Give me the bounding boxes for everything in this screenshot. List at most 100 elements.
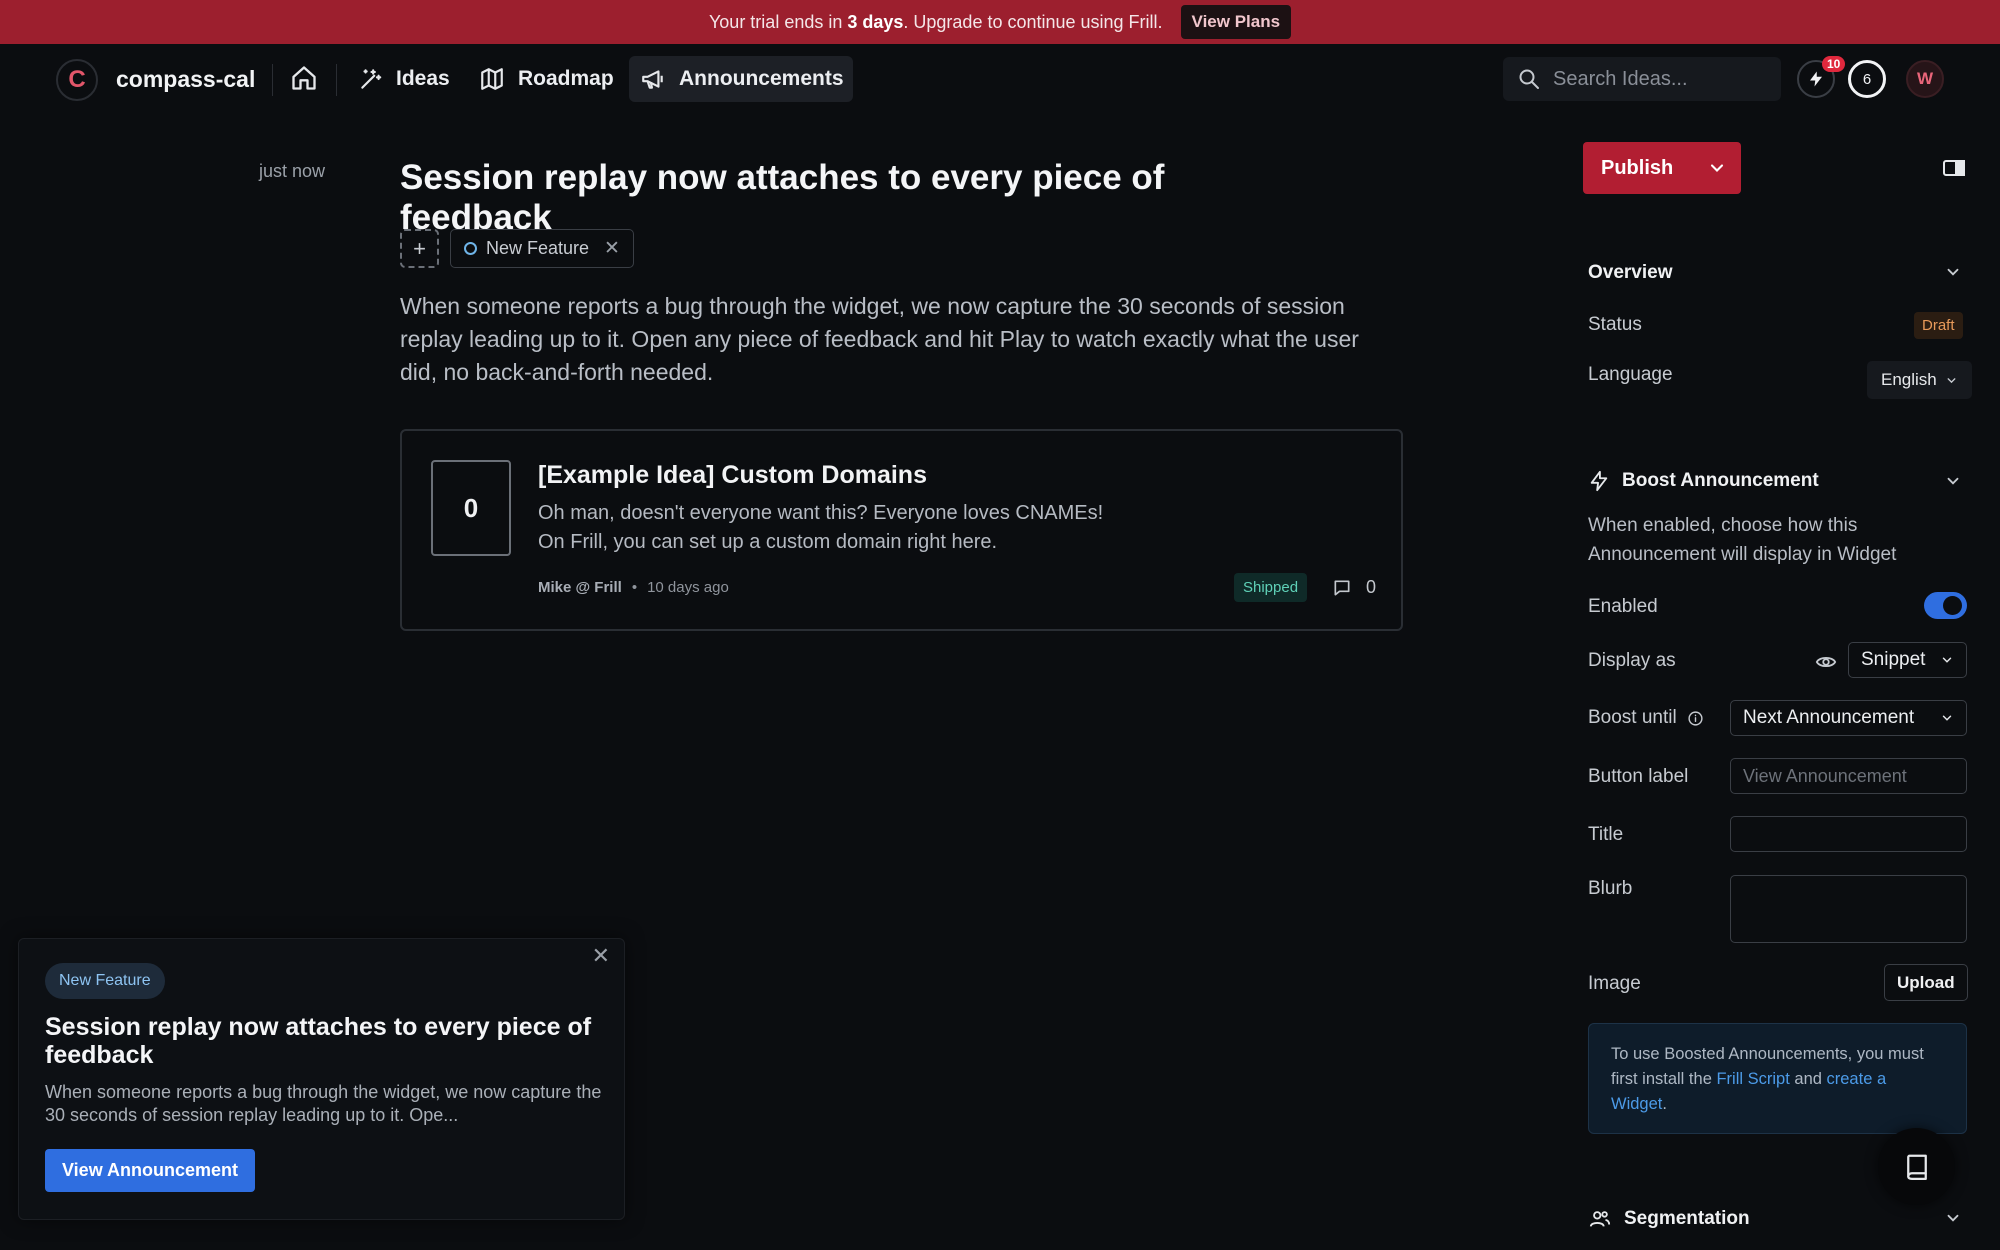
idea-meta: Mike @ Frill • 10 days ago: [538, 579, 729, 596]
blurb-label: Blurb: [1588, 878, 1633, 899]
chevron-down-icon[interactable]: [1944, 472, 1962, 490]
megaphone-icon: [639, 66, 667, 92]
preview-blurb: When someone reports a bug through the w…: [45, 1082, 602, 1125]
boost-section-label: Boost Announcement: [1622, 470, 1819, 491]
lightning-icon: [1807, 70, 1825, 88]
nav-announcements[interactable]: Announcements: [629, 56, 853, 102]
tag-dot-icon: [464, 242, 477, 255]
search-icon: [1517, 67, 1541, 91]
comments-count-value: 0: [1366, 577, 1377, 597]
trial-days: 3 days: [847, 11, 904, 32]
post-title[interactable]: Session replay now attaches to every pie…: [400, 158, 1300, 238]
idea-title[interactable]: [Example Idea] Custom Domains: [538, 461, 927, 490]
blurb-textarea[interactable]: [1730, 875, 1967, 943]
status-badge: Shipped: [1234, 573, 1308, 602]
nav-roadmap[interactable]: Roadmap: [468, 56, 624, 102]
chevron-down-icon: [1945, 374, 1958, 387]
button-label-input[interactable]: [1730, 758, 1967, 794]
chevron-down-icon[interactable]: [1944, 263, 1962, 281]
language-select[interactable]: English: [1867, 361, 1972, 399]
toggle-knob: [1943, 596, 1962, 615]
post-body[interactable]: When someone reports a bug through the w…: [400, 290, 1400, 389]
language-value: English: [1881, 370, 1937, 389]
boost-until-value: Next Announcement: [1743, 707, 1915, 728]
map-icon: [478, 66, 506, 92]
eye-icon[interactable]: [1815, 651, 1837, 673]
embedded-idea-card[interactable]: 0 [Example Idea] Custom Domains Oh man, …: [400, 429, 1403, 631]
book-icon: [1902, 1152, 1932, 1182]
display-as-label: Display as: [1588, 650, 1676, 671]
trial-banner: Your trial ends in 3 days. Upgrade to co…: [0, 0, 2000, 44]
boost-section-title[interactable]: Boost Announcement: [1588, 469, 1819, 493]
frill-script-link[interactable]: Frill Script: [1716, 1070, 1789, 1088]
title-label: Title: [1588, 824, 1624, 845]
info-icon[interactable]: [1687, 710, 1704, 727]
post-timestamp: just now: [259, 161, 326, 181]
magic-wand-icon: [358, 66, 384, 92]
idea-time: 10 days ago: [647, 579, 729, 596]
boost-info-box: To use Boosted Announcements, you must f…: [1588, 1023, 1967, 1134]
nav-divider: [272, 64, 273, 96]
workspace-logo[interactable]: C: [56, 59, 98, 101]
home-icon[interactable]: [290, 64, 318, 92]
chevron-down-icon: [1940, 711, 1954, 725]
display-as-select[interactable]: Snippet: [1848, 642, 1967, 678]
search-box[interactable]: [1503, 57, 1781, 101]
vote-count-button[interactable]: 0: [431, 460, 511, 556]
enabled-label: Enabled: [1588, 596, 1658, 617]
lightning-icon: [1588, 469, 1610, 493]
chevron-down-icon: [1940, 653, 1954, 667]
publish-button[interactable]: Publish: [1583, 142, 1741, 194]
boost-until-select[interactable]: Next Announcement: [1730, 700, 1967, 736]
widget-preview: ✕ New Feature Session replay now attache…: [18, 938, 625, 1220]
help-button[interactable]: [1878, 1128, 1955, 1205]
display-as-value: Snippet: [1861, 649, 1926, 670]
nav-divider: [336, 64, 337, 96]
sidebar-toggle-icon[interactable]: [1942, 158, 1966, 178]
add-tag-button[interactable]: +: [400, 229, 439, 268]
comment-icon: [1332, 578, 1352, 598]
boost-description: When enabled, choose how this Announceme…: [1588, 515, 1897, 565]
idea-description-line: On Frill, you can set up a custom domain…: [538, 531, 998, 553]
draft-badge: Draft: [1914, 312, 1963, 339]
segmentation-label: Segmentation: [1624, 1208, 1750, 1229]
enabled-toggle[interactable]: [1924, 592, 1967, 619]
chevron-down-icon[interactable]: [1693, 142, 1741, 194]
top-navbar: C compass-cal Ideas Roadmap Announcement…: [0, 44, 2000, 114]
chevron-down-icon[interactable]: [1944, 1209, 1962, 1227]
close-icon[interactable]: ✕: [592, 943, 610, 969]
publish-label: Publish: [1601, 156, 1674, 179]
boost-title-input[interactable]: [1730, 816, 1967, 852]
idea-author: Mike @ Frill: [538, 579, 622, 596]
post-tag-label: New Feature: [486, 238, 590, 258]
idea-description-line: Oh man, doesn't everyone want this? Ever…: [538, 502, 1104, 524]
nav-announcements-label: Announcements: [679, 67, 844, 90]
image-label: Image: [1588, 973, 1641, 994]
status-label: Status: [1588, 314, 1642, 335]
nav-roadmap-label: Roadmap: [518, 67, 614, 90]
comments-count[interactable]: 0: [1332, 577, 1376, 598]
workspace-name[interactable]: compass-cal: [116, 66, 255, 93]
notification-count-badge: 10: [1822, 56, 1846, 72]
view-plans-button[interactable]: View Plans: [1180, 5, 1292, 39]
upload-button[interactable]: Upload: [1884, 964, 1968, 1001]
meta-separator: •: [631, 579, 638, 596]
remove-tag-icon[interactable]: ✕: [604, 237, 620, 260]
button-label-label: Button label: [1588, 766, 1689, 787]
boost-until-row: Boost until: [1588, 707, 1704, 729]
idea-description: Oh man, doesn't everyone want this? Ever…: [538, 499, 1103, 557]
trial-banner-text: Your trial ends in 3 days. Upgrade to co…: [708, 11, 1163, 32]
nav-ideas[interactable]: Ideas: [348, 56, 460, 102]
boost-until-label: Boost until: [1588, 707, 1677, 728]
language-label: Language: [1588, 364, 1673, 385]
segmentation-section-title[interactable]: Segmentation: [1588, 1208, 1750, 1230]
user-avatar[interactable]: W: [1906, 60, 1944, 98]
search-input[interactable]: [1553, 67, 1763, 91]
ideas-count-button[interactable]: 6: [1848, 60, 1886, 98]
overview-section-title[interactable]: Overview: [1588, 262, 1673, 284]
post-tag[interactable]: New Feature ✕: [450, 229, 634, 268]
view-announcement-button[interactable]: View Announcement: [45, 1149, 256, 1192]
plus-icon: +: [413, 235, 426, 261]
preview-tag: New Feature: [45, 963, 165, 999]
preview-title: Session replay now attaches to every pie…: [45, 1013, 592, 1069]
